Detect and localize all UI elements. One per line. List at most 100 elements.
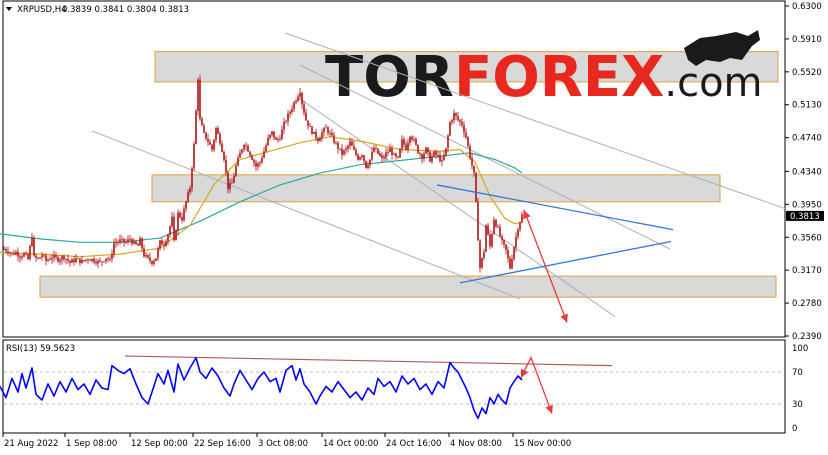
candle-body — [489, 234, 491, 247]
candle-body — [335, 142, 337, 144]
candle-body — [357, 154, 359, 160]
candle-body — [247, 145, 249, 152]
price-tick-label: 0.3170 — [792, 266, 822, 276]
candle-body — [105, 258, 107, 262]
candle-body — [399, 148, 401, 158]
candle-body — [447, 135, 449, 149]
candle-body — [241, 149, 243, 153]
candle-body — [441, 160, 443, 162]
candle-body — [293, 102, 295, 109]
candle-body — [497, 226, 499, 228]
time-tick-label: 4 Nov 08:00 — [450, 439, 502, 449]
candle-body — [331, 133, 333, 136]
candle-body — [115, 242, 117, 244]
candle-body — [79, 258, 81, 263]
candle-body — [13, 253, 15, 255]
candle-body — [333, 135, 335, 143]
candle-body — [237, 157, 239, 166]
candle-body — [9, 252, 11, 254]
candle-body — [421, 154, 423, 159]
candle-body — [453, 113, 455, 121]
candle-body — [391, 148, 393, 155]
candle-body — [19, 256, 21, 258]
time-tick-label: 1 Sep 08:00 — [66, 439, 117, 449]
candle-body — [137, 244, 139, 246]
candle-body — [307, 120, 309, 126]
candle-body — [449, 122, 451, 136]
candle-body — [431, 156, 433, 162]
candle-body — [345, 148, 347, 151]
candle-body — [433, 151, 435, 157]
candle-body — [349, 141, 351, 146]
candle-body — [85, 259, 87, 261]
last-price-marker: 0.3813 — [786, 210, 824, 222]
price-tick-label: 0.3950 — [792, 200, 822, 210]
candle-body — [161, 240, 163, 245]
candle-body — [439, 154, 441, 162]
candle-body — [315, 131, 317, 139]
candle-body — [367, 165, 369, 168]
candle-body — [479, 240, 481, 268]
candle-body — [99, 260, 101, 262]
candle-body — [5, 249, 7, 252]
candle-body — [351, 141, 353, 146]
candle-body — [113, 243, 115, 254]
candle-body — [465, 132, 467, 138]
candle-body — [65, 258, 67, 260]
candle-body — [317, 138, 319, 142]
watermark-part-tor: TOR — [325, 45, 454, 110]
candle-body — [291, 108, 293, 112]
price-tick-label: 0.5520 — [792, 68, 822, 78]
candle-body — [111, 253, 113, 259]
candle-body — [309, 126, 311, 127]
ohlc-label: 0.3839 0.3841 0.3804 0.3813 — [62, 5, 189, 15]
candle-body — [149, 257, 151, 261]
candle-body — [445, 148, 447, 155]
candle-body — [177, 212, 179, 231]
candle-body — [395, 153, 397, 157]
candle-body — [279, 138, 281, 140]
time-axis: 21 Aug 2022 1 Sep 08:00 12 Sep 00:00 22 Sep… — [2, 433, 571, 449]
candle-body — [73, 259, 75, 262]
candle-body — [499, 227, 501, 237]
time-tick-label: 21 Aug 2022 — [4, 439, 58, 449]
candle-body — [267, 137, 269, 146]
candle-body — [167, 234, 169, 242]
candle-body — [257, 163, 259, 167]
candle-body — [77, 258, 79, 260]
candle-body — [435, 151, 437, 155]
price-tick-label: 0.6300 — [792, 2, 822, 12]
candle-body — [359, 157, 361, 160]
candle-body — [515, 236, 517, 248]
candle-body — [313, 131, 315, 134]
candle-body — [223, 152, 225, 160]
candle-body — [171, 216, 173, 227]
candle-body — [355, 149, 357, 155]
candle-body — [103, 261, 105, 263]
candle-body — [253, 159, 255, 163]
candle-body — [193, 144, 195, 169]
candle-body — [225, 160, 227, 172]
candle-body — [513, 247, 515, 260]
candle-body — [311, 126, 313, 134]
candle-body — [469, 145, 471, 158]
candle-body — [249, 151, 251, 156]
candle-body — [325, 127, 327, 129]
candle-body — [437, 154, 439, 156]
candle-body — [419, 153, 421, 155]
candle-body — [39, 257, 41, 259]
rsi-tick-label: 70 — [792, 368, 803, 378]
candle-body — [221, 143, 223, 152]
candle-body — [159, 240, 161, 249]
candle-body — [203, 125, 205, 133]
candle-body — [43, 255, 45, 257]
candle-body — [31, 237, 33, 246]
candle-body — [245, 145, 247, 146]
candle-body — [281, 129, 283, 140]
candle-body — [251, 155, 253, 160]
time-tick-label: 22 Sep 16:00 — [194, 439, 251, 449]
candle-body — [461, 121, 463, 126]
last-price-label: 0.3813 — [790, 212, 820, 222]
candle-body — [471, 157, 473, 166]
candle-body — [191, 168, 193, 189]
